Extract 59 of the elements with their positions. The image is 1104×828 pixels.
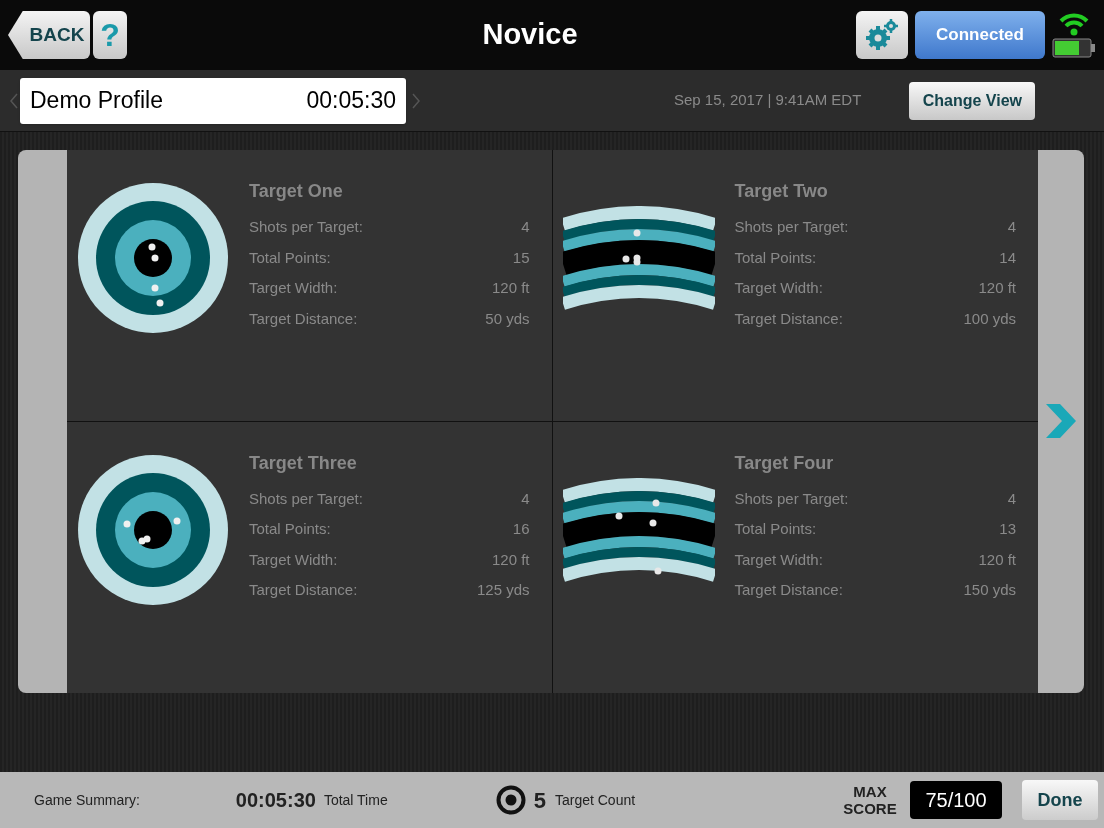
target-name: Target Four: [734, 451, 835, 475]
stat-value: 120 ft: [978, 278, 1016, 298]
target-icon: [495, 785, 526, 815]
stat-label: Target Width:: [249, 278, 338, 298]
stat-label: Target Width:: [249, 549, 338, 570]
gear-icon: [865, 18, 899, 52]
stat-value: 4: [1007, 488, 1016, 509]
window-title: Novice: [481, 17, 579, 53]
stat-value: 120 ft: [978, 549, 1016, 570]
chevron-left-icon[interactable]: [10, 92, 18, 109]
stat-label: Target Distance:: [734, 308, 843, 329]
stat-label: Shots per Target:: [734, 488, 849, 509]
stat-value: 13: [999, 519, 1016, 539]
settings-button[interactable]: [856, 11, 908, 59]
stat-value: 14: [999, 247, 1016, 268]
stat-label: Shots per Target:: [734, 217, 849, 237]
stat-label: Target Width:: [734, 549, 823, 570]
target-name: Target Three: [249, 451, 358, 475]
done-button[interactable]: Done: [1022, 780, 1098, 820]
profile-name: Demo Profile: [30, 86, 163, 116]
profile-time: 00:05:30: [306, 86, 396, 116]
stat-value: 150 yds: [963, 580, 1016, 600]
total-time-value: 00:05:30: [235, 788, 316, 813]
stat-label: Target Distance:: [249, 580, 358, 600]
date-time: Sep 15, 2017 | 9:41AM EDT: [674, 90, 862, 111]
stat-label: Total Points:: [249, 519, 331, 539]
stat-value: 4: [521, 488, 530, 509]
target-name: Target One: [249, 180, 344, 203]
stat-label: Total Points:: [734, 519, 817, 539]
max-score-label: MAX SCORE: [842, 783, 898, 817]
profile-field[interactable]: Demo Profile 00:05:30: [20, 77, 406, 124]
max-score-value: 75/100: [910, 781, 1002, 819]
stat-value: 100 yds: [963, 308, 1016, 329]
stat-label: Target Distance:: [249, 308, 358, 329]
stat-value: 15: [512, 247, 530, 268]
total-time-label: Total Time: [323, 790, 388, 810]
stat-value: 4: [521, 217, 530, 237]
target-name: Target Two: [734, 180, 829, 203]
stat-value: 4: [1007, 217, 1016, 237]
target-count-label: Target Count: [554, 790, 636, 810]
stat-label: Total Points:: [249, 247, 331, 268]
wifi-icon: [1058, 11, 1090, 37]
stat-value: 120 ft: [491, 549, 530, 570]
stat-label: Shots per Target:: [249, 488, 363, 509]
stat-label: Target Width:: [734, 278, 823, 298]
stat-value: 16: [512, 519, 530, 539]
chevron-right-icon[interactable]: [1044, 402, 1078, 440]
stat-label: Total Points:: [734, 247, 817, 268]
change-view-button[interactable]: Change View: [909, 81, 1036, 120]
stat-value: 125 yds: [476, 580, 530, 600]
battery-icon: [1052, 37, 1096, 59]
stat-value: 50 yds: [485, 308, 530, 329]
summary-label: Game Summary:: [34, 790, 140, 810]
stat-label: Shots per Target:: [249, 217, 363, 237]
chevron-right-icon[interactable]: [412, 92, 420, 109]
stat-value: 120 ft: [491, 278, 530, 298]
stat-label: Target Distance:: [734, 580, 843, 600]
target-count-value: 5: [533, 786, 546, 815]
back-button[interactable]: BACK: [8, 11, 90, 59]
